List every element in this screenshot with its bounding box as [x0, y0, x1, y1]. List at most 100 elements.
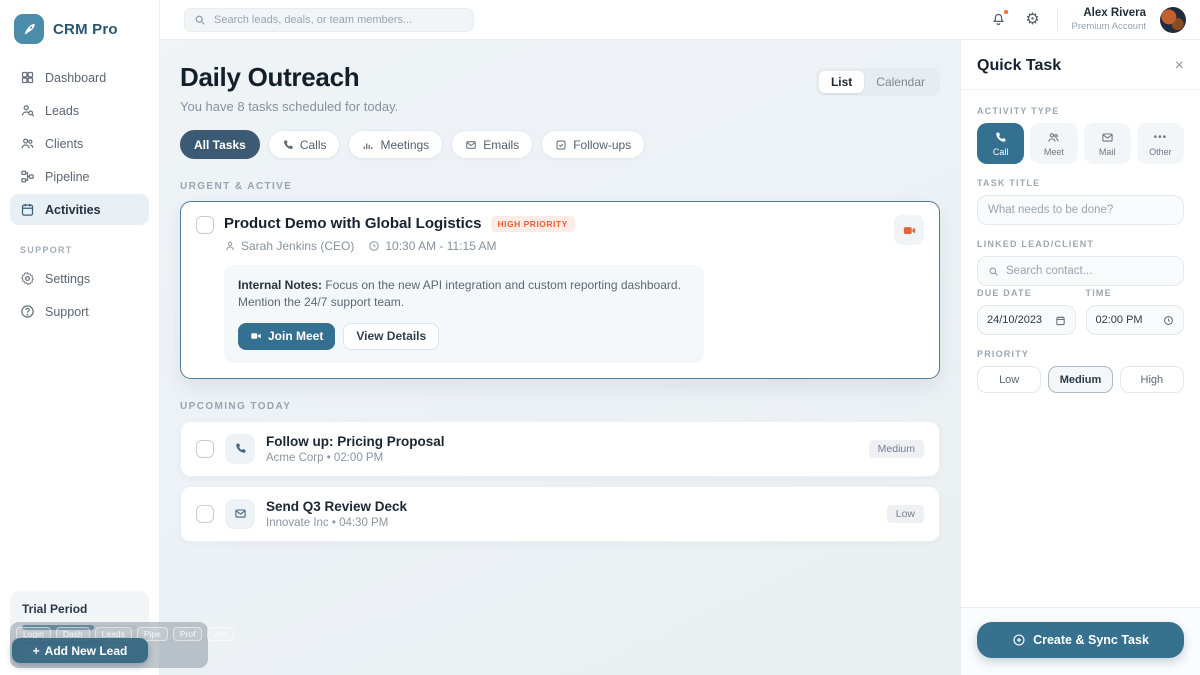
sidebar-section-label: SUPPORT — [20, 245, 139, 255]
mail-icon — [225, 499, 255, 529]
priority-medium-button[interactable]: Medium — [1048, 366, 1112, 393]
rocket-icon — [14, 14, 44, 44]
task-meta: Innovate Inc • 04:30 PM — [266, 517, 407, 529]
task-filters: All Tasks Calls Meetings Emails Follow-u… — [180, 130, 940, 159]
add-new-lead-button[interactable]: + Add New Lead — [12, 638, 148, 663]
mail-icon — [1101, 131, 1114, 144]
app-window: CRM Pro Dashboard Leads Clients Pipeline — [0, 0, 1200, 675]
task-title-input[interactable] — [988, 204, 1173, 216]
sidebar-item-label: Settings — [45, 272, 90, 286]
close-icon[interactable]: × — [1175, 58, 1184, 74]
priority-badge: Low — [887, 505, 924, 523]
search-icon — [194, 14, 206, 26]
page-title: Daily Outreach — [180, 62, 398, 93]
sidebar-item-pipeline[interactable]: Pipeline — [10, 161, 149, 192]
person-icon — [224, 240, 236, 252]
priority-high-button[interactable]: High — [1120, 366, 1184, 393]
task-checkbox[interactable] — [196, 505, 214, 523]
notification-dot — [1003, 9, 1009, 15]
task-title-field[interactable] — [977, 195, 1184, 225]
upcoming-task-card[interactable]: Send Q3 Review Deck Innovate Inc • 04:30… — [180, 486, 940, 542]
activity-label: Meet — [1044, 147, 1064, 157]
create-sync-task-button[interactable]: Create & Sync Task — [977, 622, 1184, 658]
view-toggle: List Calendar — [816, 68, 940, 96]
sidebar-item-support[interactable]: Support — [10, 296, 149, 327]
filter-label: All Tasks — [194, 138, 246, 152]
filter-all-tasks[interactable]: All Tasks — [180, 130, 260, 159]
help-circle-icon — [20, 304, 35, 319]
view-details-button[interactable]: View Details — [343, 323, 439, 350]
join-meet-button[interactable]: Join Meet — [238, 323, 335, 350]
clients-icon — [20, 136, 35, 151]
activity-other-button[interactable]: ••• Other — [1137, 123, 1184, 164]
overlay-pill: Act — [207, 627, 233, 641]
sidebar-item-label: Activities — [45, 203, 101, 217]
filter-emails[interactable]: Emails — [451, 130, 533, 159]
priority-group: Low Medium High — [977, 366, 1184, 393]
trial-title: Trial Period — [22, 602, 137, 616]
phone-icon — [994, 131, 1007, 144]
pipeline-icon — [20, 169, 35, 184]
calendar-icon — [1055, 315, 1066, 326]
sidebar-item-dashboard[interactable]: Dashboard — [10, 62, 149, 93]
sidebar-item-activities[interactable]: Activities — [10, 194, 149, 225]
section-upcoming-label: UPCOMING TODAY — [180, 401, 940, 412]
search-icon — [988, 266, 999, 277]
user-plan: Premium Account — [1072, 21, 1146, 33]
notifications-button[interactable] — [989, 10, 1009, 30]
contact-search-input[interactable] — [1006, 265, 1173, 277]
time-value: 02:00 PM — [1096, 314, 1143, 326]
sidebar-item-label: Leads — [45, 104, 79, 118]
quick-task-panel: Quick Task × ACTIVITY TYPE Call Meet Mai… — [960, 40, 1200, 675]
panel-title: Quick Task — [977, 57, 1061, 75]
filter-follow-ups[interactable]: Follow-ups — [541, 130, 645, 159]
time-field[interactable]: 02:00 PM — [1086, 305, 1185, 335]
task-time-label: 10:30 AM - 11:15 AM — [385, 239, 496, 253]
filter-meetings[interactable]: Meetings — [348, 130, 443, 159]
calendar-icon — [20, 202, 35, 217]
task-time: 10:30 AM - 11:15 AM — [368, 239, 496, 253]
toggle-calendar[interactable]: Calendar — [864, 71, 937, 93]
people-icon — [1047, 131, 1060, 144]
activity-meet-button[interactable]: Meet — [1030, 123, 1077, 164]
plus-circle-icon — [1012, 633, 1026, 647]
section-urgent-label: URGENT & ACTIVE — [180, 181, 940, 192]
filter-calls[interactable]: Calls — [268, 130, 341, 159]
task-checkbox[interactable] — [196, 216, 214, 234]
due-date-label: DUE DATE — [977, 288, 1076, 298]
activity-mail-button[interactable]: Mail — [1084, 123, 1131, 164]
filter-label: Meetings — [380, 138, 429, 152]
task-title: Send Q3 Review Deck — [266, 499, 407, 514]
avatar[interactable] — [1160, 7, 1186, 33]
page-subtitle: You have 8 tasks scheduled for today. — [180, 99, 398, 114]
linked-lead-field[interactable] — [977, 256, 1184, 286]
activity-type-group: Call Meet Mail ••• Other — [977, 123, 1184, 164]
activity-call-button[interactable]: Call — [977, 123, 1024, 164]
task-checkbox[interactable] — [196, 440, 214, 458]
filter-label: Follow-ups — [573, 138, 631, 152]
linked-lead-label: LINKED LEAD/CLIENT — [977, 239, 1184, 249]
sidebar: CRM Pro Dashboard Leads Clients Pipeline — [0, 0, 160, 675]
global-search[interactable] — [184, 8, 474, 32]
sidebar-item-settings[interactable]: Settings — [10, 263, 149, 294]
plus-icon: + — [33, 644, 40, 658]
gear-icon: ⚙ — [1025, 12, 1039, 28]
toggle-list[interactable]: List — [819, 71, 864, 93]
sidebar-item-leads[interactable]: Leads — [10, 95, 149, 126]
video-call-button[interactable] — [894, 215, 924, 245]
search-input[interactable] — [214, 14, 464, 26]
task-meta: Acme Corp • 02:00 PM — [266, 452, 445, 464]
settings-button[interactable]: ⚙ — [1023, 10, 1043, 30]
join-meet-icon — [250, 330, 262, 342]
sidebar-item-clients[interactable]: Clients — [10, 128, 149, 159]
mail-icon — [465, 139, 477, 151]
due-date-field[interactable]: 24/10/2023 — [977, 305, 1076, 335]
user-name: Alex Rivera — [1072, 6, 1146, 20]
ellipsis-icon: ••• — [1154, 131, 1168, 144]
upcoming-task-card[interactable]: Follow up: Pricing Proposal Acme Corp • … — [180, 421, 940, 477]
sidebar-item-label: Pipeline — [45, 170, 89, 184]
priority-low-button[interactable]: Low — [977, 366, 1041, 393]
phone-icon — [282, 139, 294, 151]
sidebar-item-label: Clients — [45, 137, 83, 151]
internal-notes-box: Internal Notes: Focus on the new API int… — [224, 265, 704, 363]
